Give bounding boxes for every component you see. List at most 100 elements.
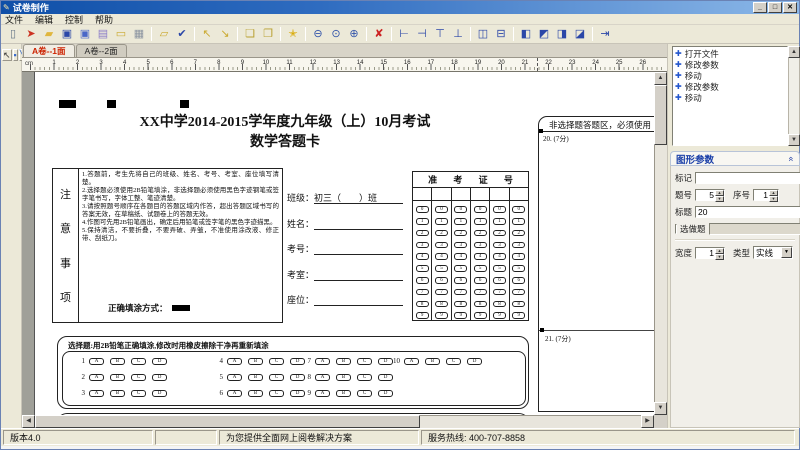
digit-bubble[interactable]: 7	[435, 289, 448, 296]
snap-top-icon[interactable]: ◩	[535, 26, 553, 42]
digit-bubble[interactable]: 8	[493, 301, 506, 308]
digit-bubble[interactable]: 9	[435, 312, 448, 319]
digit-bubble[interactable]: 3	[474, 242, 487, 249]
digit-bubble[interactable]: 8	[474, 301, 487, 308]
menu-item-编辑[interactable]: 编辑	[35, 13, 53, 26]
check-icon[interactable]: ✔	[173, 26, 191, 42]
option-bubble[interactable]: B	[110, 374, 125, 381]
digit-bubble[interactable]: 4	[474, 253, 487, 260]
option-bubble[interactable]: D	[152, 374, 167, 381]
snap-left-icon[interactable]: ◧	[517, 26, 535, 42]
horizontal-scrollbar[interactable]: ◀ ▶	[22, 415, 654, 428]
digit-bubble[interactable]: 4	[512, 253, 525, 260]
option-bubble[interactable]: D	[378, 390, 393, 397]
stepper-down-icon[interactable]: ▼	[715, 254, 724, 260]
scroll-down-button[interactable]: ▼	[654, 402, 667, 415]
digit-bubble[interactable]: 5	[474, 265, 487, 272]
option-bubble[interactable]: C	[131, 390, 146, 397]
graphic-params-header[interactable]: 图形参数 «	[670, 151, 800, 166]
history-item[interactable]: ✚移动	[675, 92, 785, 103]
digit-bubble[interactable]: 0	[474, 206, 487, 213]
field-value-line[interactable]	[314, 294, 403, 306]
scroll-left-button[interactable]: ◀	[22, 415, 35, 428]
ticket-write-cell[interactable]	[432, 188, 450, 201]
digit-bubble[interactable]: 3	[454, 242, 467, 249]
option-bubble[interactable]: A	[315, 390, 330, 397]
select-shape-icon[interactable]: ↘	[216, 26, 234, 42]
align-top-icon[interactable]: ⊤	[431, 26, 449, 42]
multiple-choice-section[interactable]: 选择题:用2B铅笔正确填涂,修改时用橡皮擦除干净再重新填涂 1ABCD4ABCD…	[57, 336, 529, 409]
center-vertical-icon[interactable]: ⊟	[492, 26, 510, 42]
save-icon[interactable]: ▣	[58, 26, 76, 42]
digit-bubble[interactable]: 2	[512, 230, 525, 237]
stepper-down-icon[interactable]: ▼	[769, 196, 778, 202]
digit-bubble[interactable]: 1	[493, 218, 506, 225]
stepper-down-icon[interactable]: ▼	[715, 196, 724, 202]
key-icon[interactable]: ✭	[284, 26, 302, 42]
question-21-label[interactable]: 21. (7分)	[545, 334, 571, 344]
horizontal-scroll-thumb[interactable]	[35, 415, 420, 428]
vertical-scrollbar[interactable]: ▲ ▼	[654, 72, 667, 415]
digit-bubble[interactable]: 8	[454, 301, 467, 308]
digit-bubble[interactable]: 1	[435, 218, 448, 225]
option-bubble[interactable]: B	[248, 358, 263, 365]
field-value-line[interactable]: 初三（ ）班	[314, 192, 403, 204]
history-item[interactable]: ✚修改参数	[675, 59, 785, 70]
digit-bubble[interactable]: 9	[416, 312, 429, 319]
digit-bubble[interactable]: 1	[416, 218, 429, 225]
admission-ticket-grid[interactable]: 准 考 证 号 01234567890123456789012345678901…	[412, 171, 529, 321]
collapse-icon[interactable]: «	[786, 156, 796, 161]
history-scrollbar[interactable]: ▲ ▼	[788, 46, 800, 146]
menu-item-控制[interactable]: 控制	[65, 13, 83, 26]
option-bubble[interactable]: C	[269, 358, 284, 365]
digit-bubble[interactable]: 2	[416, 230, 429, 237]
option-bubble[interactable]: C	[131, 358, 146, 365]
dropdown-arrow-icon[interactable]: ▼	[781, 247, 792, 258]
digit-bubble[interactable]: 6	[435, 277, 448, 284]
ticket-write-cell[interactable]	[452, 188, 470, 201]
digit-bubble[interactable]: 2	[493, 230, 506, 237]
card-icon[interactable]: ▭	[112, 26, 130, 42]
open-folder-icon[interactable]: ▰	[40, 26, 58, 42]
history-item[interactable]: ✚移动	[675, 70, 785, 81]
answer-sheet-page[interactable]: XX中学2014-2015学年度九年级（上）10月考试 数学答题卡 注意事项 1…	[34, 72, 654, 416]
digit-bubble[interactable]: 4	[493, 253, 506, 260]
digit-bubble[interactable]: 0	[435, 206, 448, 213]
option-bubble[interactable]: B	[336, 390, 351, 397]
save-as-icon[interactable]: ▣	[76, 26, 94, 42]
selection-handle[interactable]	[539, 129, 543, 133]
align-left-icon[interactable]: ⊢	[395, 26, 413, 42]
digit-bubble[interactable]: 9	[512, 312, 525, 319]
option-bubble[interactable]: C	[269, 390, 284, 397]
scroll-right-button[interactable]: ▶	[641, 415, 654, 428]
digit-bubble[interactable]: 6	[416, 277, 429, 284]
option-bubble[interactable]: B	[425, 358, 440, 365]
ticket-write-cell[interactable]	[510, 188, 528, 201]
question-divider-line[interactable]	[539, 330, 654, 331]
option-bubble[interactable]: D	[467, 358, 482, 365]
digit-bubble[interactable]: 4	[435, 253, 448, 260]
zoom-in-icon[interactable]: ⊕	[345, 26, 363, 42]
optional-question-checkbox[interactable]	[675, 224, 677, 234]
digit-bubble[interactable]: 3	[416, 242, 429, 249]
digit-bubble[interactable]: 2	[474, 230, 487, 237]
align-right-icon[interactable]: ⊣	[413, 26, 431, 42]
align-bottom-icon[interactable]: ⊥	[449, 26, 467, 42]
minimize-button[interactable]: _	[753, 2, 767, 13]
digit-bubble[interactable]: 7	[454, 289, 467, 296]
select-points-icon[interactable]: ↖	[198, 26, 216, 42]
title-input[interactable]	[695, 206, 800, 218]
notice-box[interactable]: 注意事项 1.答题前，考生先将自己的班级、姓名、考号、考室、座位填写清楚。2.选…	[52, 168, 283, 323]
option-bubble[interactable]: D	[378, 374, 393, 381]
option-bubble[interactable]: A	[315, 374, 330, 381]
option-bubble[interactable]: A	[89, 358, 104, 365]
digit-bubble[interactable]: 3	[512, 242, 525, 249]
field-value-line[interactable]	[314, 269, 403, 281]
vertical-scroll-thumb[interactable]	[654, 85, 667, 145]
digit-bubble[interactable]: 5	[454, 265, 467, 272]
history-item[interactable]: ✚打开文件	[675, 48, 785, 59]
digit-bubble[interactable]: 8	[512, 301, 525, 308]
digit-bubble[interactable]: 3	[493, 242, 506, 249]
option-bubble[interactable]: C	[357, 390, 372, 397]
option-bubble[interactable]: A	[404, 358, 419, 365]
